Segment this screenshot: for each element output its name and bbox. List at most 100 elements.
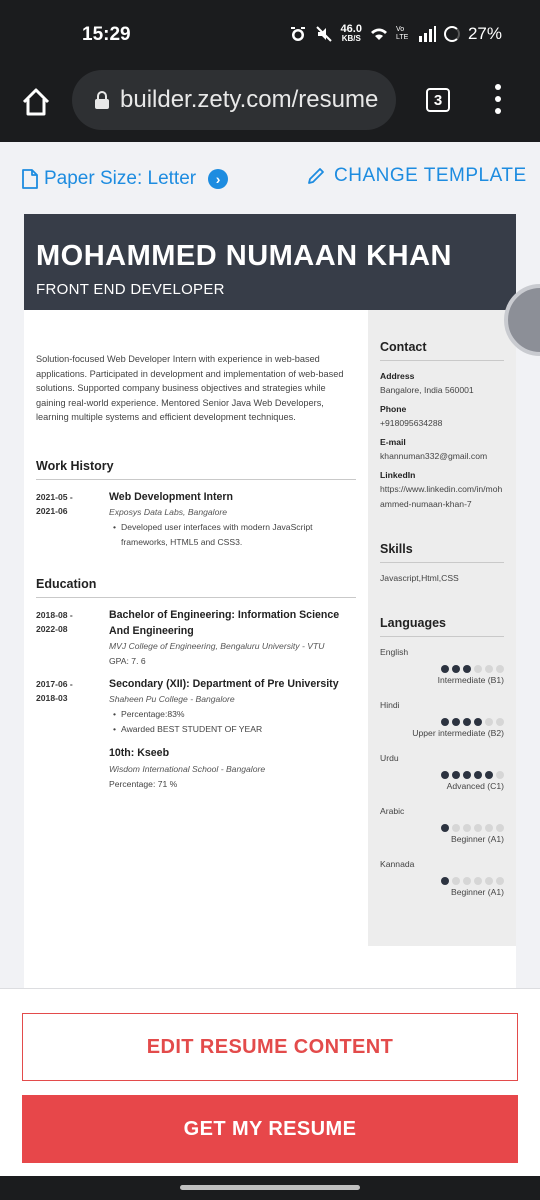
language-name: Arabic (380, 806, 405, 816)
language-level: Intermediate (B1) (437, 675, 504, 685)
rating-dot (474, 877, 482, 885)
language-item: English Intermediate (B1) (380, 645, 504, 688)
action-bar: EDIT RESUME CONTENT GET MY RESUME (0, 988, 540, 1176)
home-icon[interactable] (20, 86, 52, 118)
language-rating (380, 824, 504, 832)
status-icons: 46.0 KB/S Vo LTE 27% (289, 24, 502, 44)
work-dates: 2021-05 -2021-06 (36, 491, 73, 516)
rating-dot (441, 665, 449, 673)
resume-summary: Solution-focused Web Developer Intern wi… (36, 354, 344, 423)
education-entry: 10th: Kseeb Wisdom International School … (36, 746, 356, 791)
change-template-button[interactable]: CHANGE TEMPLATE (306, 165, 527, 187)
languages-list: English Intermediate (B1) Hindi Upper inter… (380, 645, 504, 900)
overflow-menu-icon[interactable] (494, 84, 502, 114)
rating-dot (441, 824, 449, 832)
address-value: Bangalore, India 560001 (380, 385, 474, 395)
editor-preview: Paper Size: Letter › CHANGE TEMPLATE MOH… (0, 142, 540, 988)
rating-dot (496, 771, 504, 779)
work-bullet: Developed user interfaces with modern Ja… (109, 520, 356, 549)
address-label: Address (380, 371, 415, 381)
resume-name: MOHAMMED NUMAAN KHAN (36, 240, 452, 272)
work-title: Web Development Intern (109, 490, 234, 503)
resume-preview[interactable]: MOHAMMED NUMAAN KHAN FRONT END DEVELOPER… (24, 214, 516, 988)
linkedin-value: https://www.linkedin.com/in/mohammed-num… (380, 484, 503, 509)
rating-dot (474, 824, 482, 832)
rating-dot (441, 718, 449, 726)
battery-percent: 27% (467, 24, 502, 43)
address-bar[interactable]: builder.zety.com/resume (72, 70, 396, 130)
rating-dot (474, 665, 482, 673)
paper-size-selector[interactable]: Paper Size: Letter › (22, 168, 229, 190)
home-gesture-handle[interactable] (180, 1185, 360, 1190)
volte-label: Vo LTE (395, 26, 409, 41)
rating-dot (474, 771, 482, 779)
phone-label: Phone (380, 404, 407, 414)
resume-sidebar: Contact Address Bangalore, India 560001 … (368, 310, 516, 946)
education-school: Wisdom International School - Bangalore (109, 763, 266, 774)
network-speed: 46.0 KB/S (340, 23, 362, 44)
lock-icon (95, 91, 109, 109)
education-bullet: Percentage:83% (109, 707, 356, 722)
language-item: Urdu Advanced (C1) (380, 751, 504, 794)
resume-header: MOHAMMED NUMAAN KHAN FRONT END DEVELOPER (24, 214, 516, 310)
chevron-right-icon: › (208, 169, 229, 189)
tab-switcher-button[interactable]: 3 (426, 88, 450, 112)
paper-size-label: Paper Size: Letter (44, 168, 197, 189)
edit-resume-content-button[interactable]: EDIT RESUME CONTENT (22, 1013, 518, 1081)
rating-dot (463, 718, 471, 726)
language-level: Upper intermediate (B2) (412, 728, 504, 738)
language-level: Beginner (A1) (450, 834, 504, 844)
rating-dot (463, 665, 471, 673)
language-level: Advanced (C1) (446, 781, 504, 791)
rating-dot (441, 877, 449, 885)
education-entry: 2017-06 -2018-03 Secondary (XII): Depart… (36, 677, 356, 737)
rating-dot (485, 665, 493, 673)
pencil-icon (308, 168, 324, 184)
language-name: Hindi (380, 700, 400, 710)
language-name: Urdu (380, 753, 399, 763)
email-label: E-mail (380, 437, 406, 447)
mute-icon (315, 26, 332, 42)
rating-dot (452, 824, 460, 832)
language-level: Beginner (A1) (450, 887, 504, 897)
url-text: builder.zety.com/resume (120, 86, 379, 113)
skills-heading: Skills (380, 542, 504, 563)
document-icon (22, 169, 38, 189)
status-time: 15:29 (82, 24, 131, 45)
battery-icon (443, 26, 460, 42)
education-bullet: Awarded BEST STUDENT OF YEAR (109, 722, 356, 737)
rating-dot (485, 771, 493, 779)
rating-dot (452, 718, 460, 726)
rating-dot (452, 771, 460, 779)
language-item: Hindi Upper intermediate (B2) (380, 698, 504, 741)
contact-heading: Contact (380, 340, 504, 361)
language-rating (380, 771, 504, 779)
change-template-label: CHANGE TEMPLATE (334, 165, 527, 186)
education-title: Secondary (XII): Department of Pre Unive… (109, 677, 339, 690)
status-bar: 15:29 46.0 KB/S Vo LTE 27% (0, 0, 540, 70)
email-value: khannuman332@gmail.com (380, 451, 488, 461)
get-my-resume-button[interactable]: GET MY RESUME (22, 1095, 518, 1163)
linkedin-label: LinkedIn (380, 470, 416, 480)
work-entry: 2021-05 -2021-06 Web Development Intern … (36, 490, 356, 550)
languages-heading: Languages (380, 616, 504, 637)
phone-value: +918095634288 (380, 418, 443, 428)
work-company: Exposys Data Labs, Bangalore (109, 507, 227, 518)
language-item: Kannada Beginner (A1) (380, 857, 504, 900)
rating-dot (474, 718, 482, 726)
rating-dot (452, 877, 460, 885)
rating-dot (463, 771, 471, 779)
resume-title: FRONT END DEVELOPER (36, 281, 225, 298)
rating-dot (463, 877, 471, 885)
wifi-icon (370, 28, 387, 40)
rating-dot (441, 771, 449, 779)
rating-dot (496, 718, 504, 726)
education-school: Shaheen Pu College - Bangalore (109, 694, 235, 705)
education-detail: Percentage: 71 % (109, 778, 178, 789)
language-rating (380, 877, 504, 885)
rating-dot (496, 665, 504, 673)
rating-dot (452, 665, 460, 673)
education-school: MVJ College of Engineering, Bengaluru Un… (109, 641, 325, 652)
system-nav-bar (0, 1176, 540, 1200)
language-rating (380, 718, 504, 726)
